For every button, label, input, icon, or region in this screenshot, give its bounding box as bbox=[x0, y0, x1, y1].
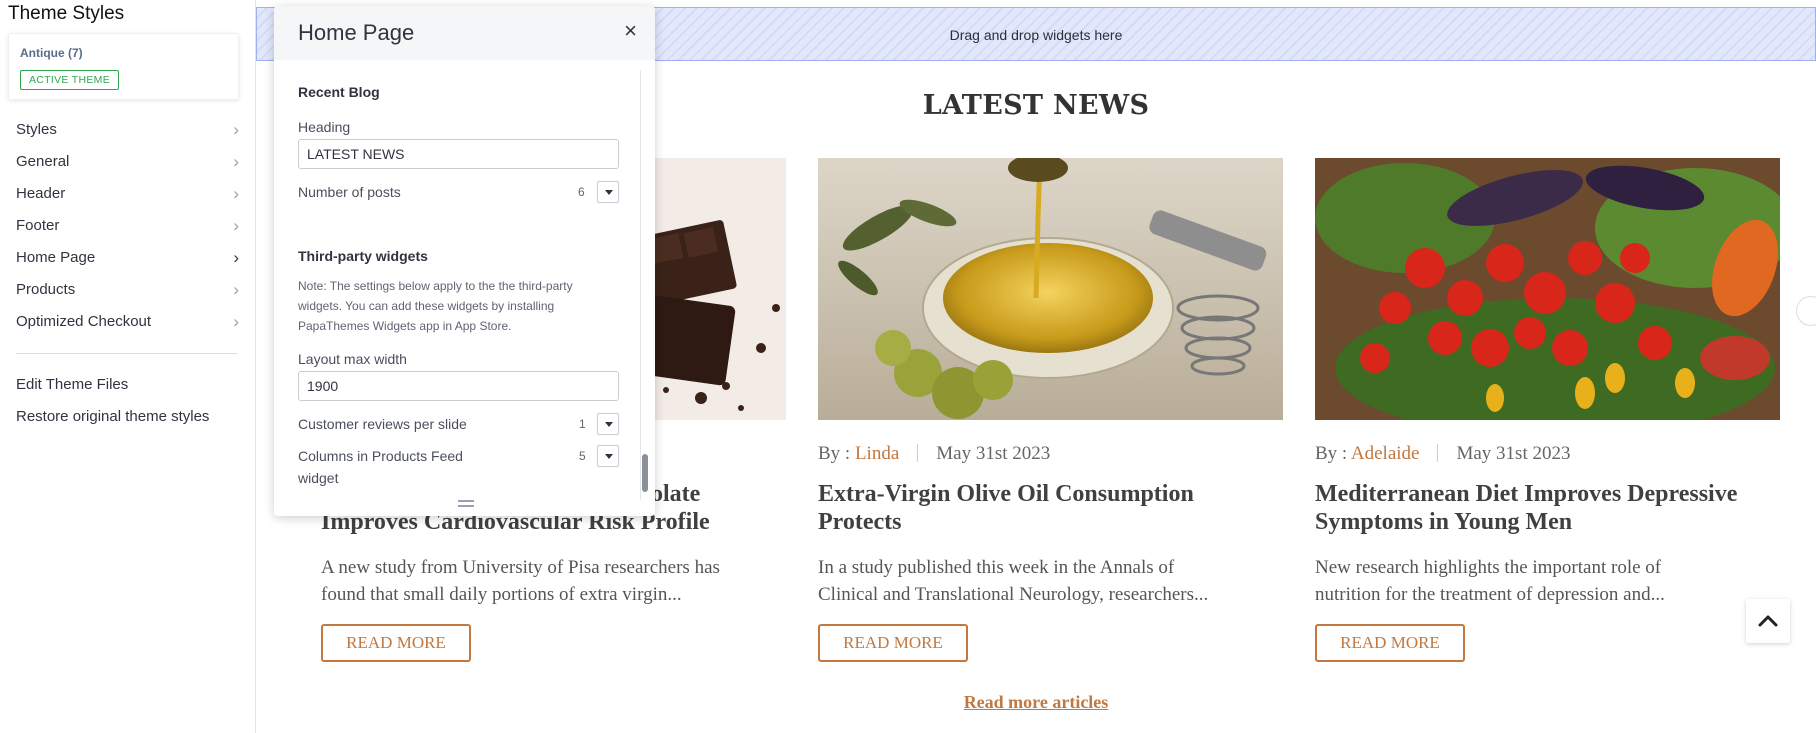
chevron-right-icon: › bbox=[233, 184, 239, 203]
blog-excerpt-line: found that small daily portions of extra… bbox=[321, 584, 682, 605]
panel-resize-handle[interactable] bbox=[458, 500, 474, 507]
sidebar-item-label: Header bbox=[16, 185, 66, 202]
blog-date: May 31st 2023 bbox=[1456, 443, 1571, 464]
customer-reviews-label: Customer reviews per slide bbox=[298, 416, 467, 432]
chevron-right-icon: › bbox=[233, 280, 239, 299]
heading-label: Heading bbox=[298, 119, 351, 135]
number-of-posts-dropdown[interactable] bbox=[597, 181, 619, 203]
blog-excerpt-line: New research highlights the important ro… bbox=[1315, 557, 1662, 578]
read-more-articles-link[interactable]: Read more articles bbox=[256, 692, 1816, 713]
panel-title: Home Page bbox=[298, 20, 415, 45]
sidebar-item-label: Products bbox=[16, 281, 76, 298]
blog-date: May 31st 2023 bbox=[936, 443, 1051, 464]
panel-scrollbar-track[interactable] bbox=[640, 70, 649, 500]
blog-excerpt-line: A new study from University of Pisa rese… bbox=[321, 557, 720, 578]
panel-scrollbar-thumb[interactable] bbox=[642, 454, 648, 492]
customer-reviews-value: 1 bbox=[579, 417, 586, 431]
panel-header: Home Page × bbox=[274, 6, 655, 60]
blog-excerpt: In a study published this week in the An… bbox=[818, 554, 1283, 608]
blog-meta: By : Linda May 31st 2023 bbox=[818, 443, 1050, 465]
read-more-button[interactable]: READ MORE bbox=[818, 624, 968, 662]
meta-divider bbox=[1437, 444, 1439, 462]
blog-excerpt-line: Clinical and Translational Neurology, re… bbox=[818, 584, 1209, 605]
blog-excerpt: A new study from University of Pisa rese… bbox=[321, 554, 786, 608]
number-of-posts-label: Number of posts bbox=[298, 184, 401, 200]
blog-title-line: Symptoms in Young Men bbox=[1315, 509, 1573, 535]
chevron-right-icon: › bbox=[233, 216, 239, 235]
blog-excerpt: New research highlights the important ro… bbox=[1315, 554, 1780, 608]
columns-products-feed-value: 5 bbox=[579, 449, 586, 463]
sidebar-item-optimized-checkout[interactable]: Optimized Checkout › bbox=[0, 306, 256, 338]
restore-theme-styles-link[interactable]: Restore original theme styles bbox=[16, 408, 209, 425]
blog-author[interactable]: Linda bbox=[855, 443, 899, 464]
carousel-next-arrow[interactable] bbox=[1796, 296, 1816, 326]
sidebar-item-label: Footer bbox=[16, 217, 60, 234]
blog-image-olive-oil[interactable] bbox=[818, 158, 1283, 420]
blog-title[interactable]: Extra-Virgin Olive Oil Consumption Prote… bbox=[818, 480, 1283, 536]
heading-input[interactable] bbox=[298, 139, 619, 169]
sidebar-item-label: Home Page bbox=[16, 249, 96, 266]
third-party-section-title: Third-party widgets bbox=[298, 248, 428, 264]
columns-label-line: widget bbox=[298, 470, 339, 486]
sidebar-item-general[interactable]: General › bbox=[0, 146, 256, 178]
columns-products-feed-label: Columns in Products Feed widget bbox=[298, 448, 463, 486]
blog-title[interactable]: Mediterranean Diet Improves Depressive S… bbox=[1315, 480, 1780, 536]
layout-max-width-input[interactable] bbox=[298, 371, 619, 401]
active-theme-card[interactable]: Antique (7) ACTIVE THEME bbox=[8, 33, 239, 100]
blog-title-line: Extra-Virgin Olive Oil Consumption bbox=[818, 481, 1194, 507]
sidebar-item-home-page[interactable]: Home Page › bbox=[0, 242, 256, 274]
blog-title-line: Protects bbox=[818, 509, 902, 535]
number-of-posts-value: 6 bbox=[578, 185, 585, 199]
chevron-right-icon: › bbox=[233, 152, 239, 171]
blog-meta: By : Adelaide May 31st 2023 bbox=[1315, 443, 1570, 465]
columns-label-line: Columns in Products Feed bbox=[298, 448, 463, 464]
sidebar-nav: Styles › General › Header › Footer › Hom… bbox=[0, 114, 256, 338]
close-icon[interactable]: × bbox=[624, 20, 637, 42]
author-prefix: By : bbox=[1315, 443, 1348, 464]
sidebar-item-products[interactable]: Products › bbox=[0, 274, 256, 306]
back-to-top-button[interactable] bbox=[1746, 599, 1790, 643]
chevron-right-icon: › bbox=[233, 120, 239, 139]
blog-title-line: Mediterranean Diet Improves Depressive bbox=[1315, 481, 1738, 507]
sidebar-item-label: Styles bbox=[16, 121, 57, 138]
blog-image-vegetables[interactable] bbox=[1315, 158, 1780, 420]
third-party-note: Note: The settings below apply to the th… bbox=[298, 279, 573, 333]
sidebar-item-label: Optimized Checkout bbox=[16, 313, 152, 330]
edit-theme-files-link[interactable]: Edit Theme Files bbox=[16, 376, 128, 393]
columns-products-feed-dropdown[interactable] bbox=[597, 445, 619, 467]
read-more-button[interactable]: READ MORE bbox=[1315, 624, 1465, 662]
sidebar-item-label: General bbox=[16, 153, 70, 170]
chevron-up-icon bbox=[1758, 615, 1778, 627]
blog-excerpt-line: nutrition for the treatment of depressio… bbox=[1315, 584, 1665, 605]
sidebar-divider bbox=[16, 353, 237, 354]
chevron-right-icon: › bbox=[233, 248, 239, 267]
recent-blog-section-title: Recent Blog bbox=[298, 84, 380, 100]
sidebar-item-header[interactable]: Header › bbox=[0, 178, 256, 210]
read-more-button[interactable]: READ MORE bbox=[321, 624, 471, 662]
layout-max-width-label: Layout max width bbox=[298, 351, 407, 367]
meta-divider bbox=[917, 444, 919, 462]
customer-reviews-dropdown[interactable] bbox=[597, 413, 619, 435]
sidebar-title: Theme Styles bbox=[8, 3, 125, 24]
blog-excerpt-line: In a study published this week in the An… bbox=[818, 557, 1175, 578]
theme-name: Antique (7) bbox=[20, 46, 83, 60]
theme-styles-sidebar: Theme Styles Antique (7) ACTIVE THEME St… bbox=[0, 0, 256, 733]
blog-author[interactable]: Adelaide bbox=[1351, 443, 1420, 464]
sidebar-item-footer[interactable]: Footer › bbox=[0, 210, 256, 242]
home-page-settings-panel: Home Page × Recent Blog Heading Number o… bbox=[274, 6, 655, 516]
active-theme-badge: ACTIVE THEME bbox=[20, 70, 120, 90]
sidebar-item-styles[interactable]: Styles › bbox=[0, 114, 256, 146]
author-prefix: By : bbox=[818, 443, 851, 464]
chevron-right-icon: › bbox=[233, 312, 239, 331]
